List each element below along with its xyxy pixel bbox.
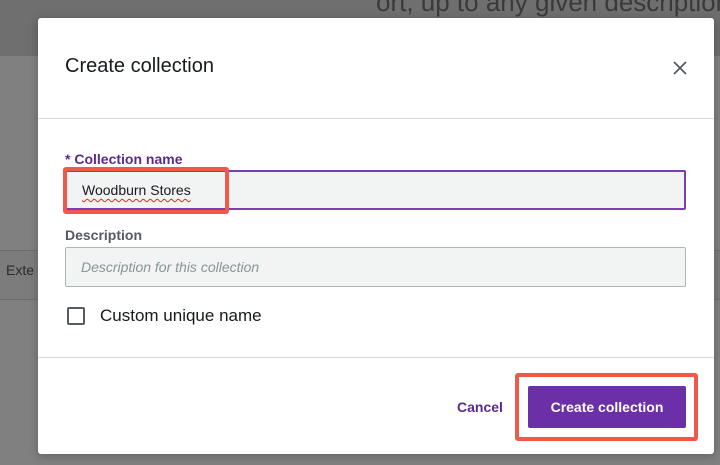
name-highlight-box bbox=[63, 167, 229, 214]
cancel-button[interactable]: Cancel bbox=[457, 399, 503, 415]
create-collection-dialog: Create collection * Collection name Wood… bbox=[38, 18, 714, 454]
description-placeholder: Description for this collection bbox=[81, 259, 260, 275]
close-button[interactable] bbox=[668, 56, 692, 80]
collection-name-label-text: Collection name bbox=[74, 151, 183, 167]
custom-unique-name-checkbox[interactable] bbox=[67, 307, 85, 325]
create-highlight-box bbox=[515, 373, 698, 441]
background-tab-label: Exte bbox=[6, 262, 35, 278]
custom-unique-name-label: Custom unique name bbox=[100, 306, 262, 325]
description-label: Description bbox=[65, 227, 143, 243]
background-header-text: ort, up to any given description bbox=[376, 0, 720, 17]
dialog-title: Create collection bbox=[65, 55, 214, 77]
close-icon bbox=[673, 61, 687, 75]
header-divider bbox=[38, 118, 714, 119]
collection-name-label: * Collection name bbox=[65, 151, 182, 167]
required-marker: * bbox=[65, 151, 71, 167]
footer-divider bbox=[38, 357, 714, 358]
description-input[interactable]: Description for this collection bbox=[65, 247, 686, 287]
